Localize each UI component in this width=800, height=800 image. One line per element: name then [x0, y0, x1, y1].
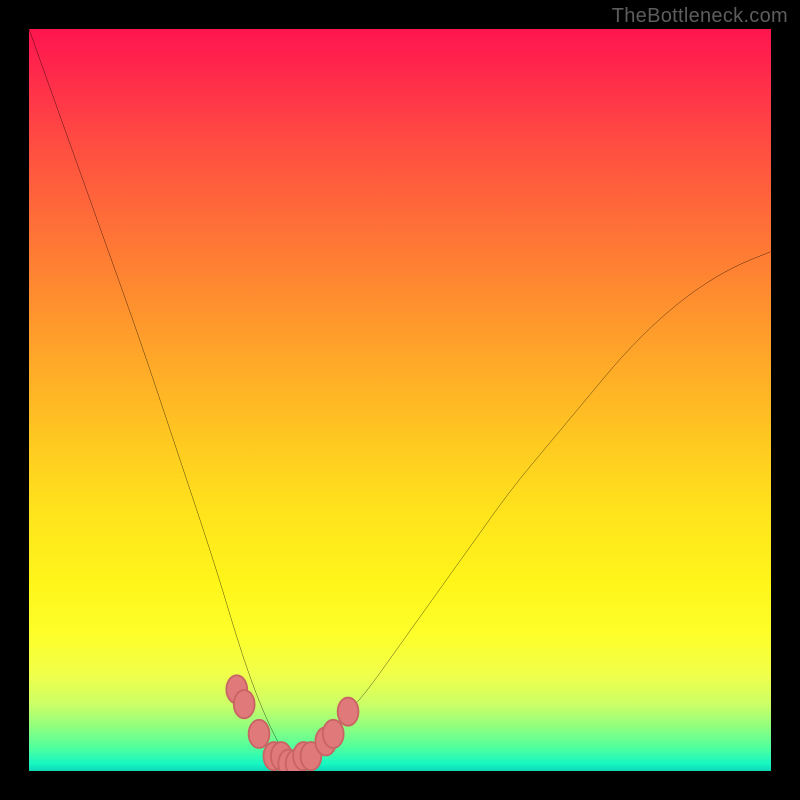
- watermark-text: TheBottleneck.com: [612, 5, 788, 28]
- plot-area: [29, 29, 771, 771]
- outer-frame: TheBottleneck.com: [0, 0, 800, 800]
- trough-marker: [323, 720, 344, 748]
- trough-markers-group: [226, 675, 358, 771]
- trough-marker: [338, 698, 359, 726]
- trough-marker: [234, 690, 255, 718]
- chart-svg: [29, 29, 771, 771]
- trough-marker: [249, 720, 270, 748]
- bottleneck-curve: [29, 29, 771, 756]
